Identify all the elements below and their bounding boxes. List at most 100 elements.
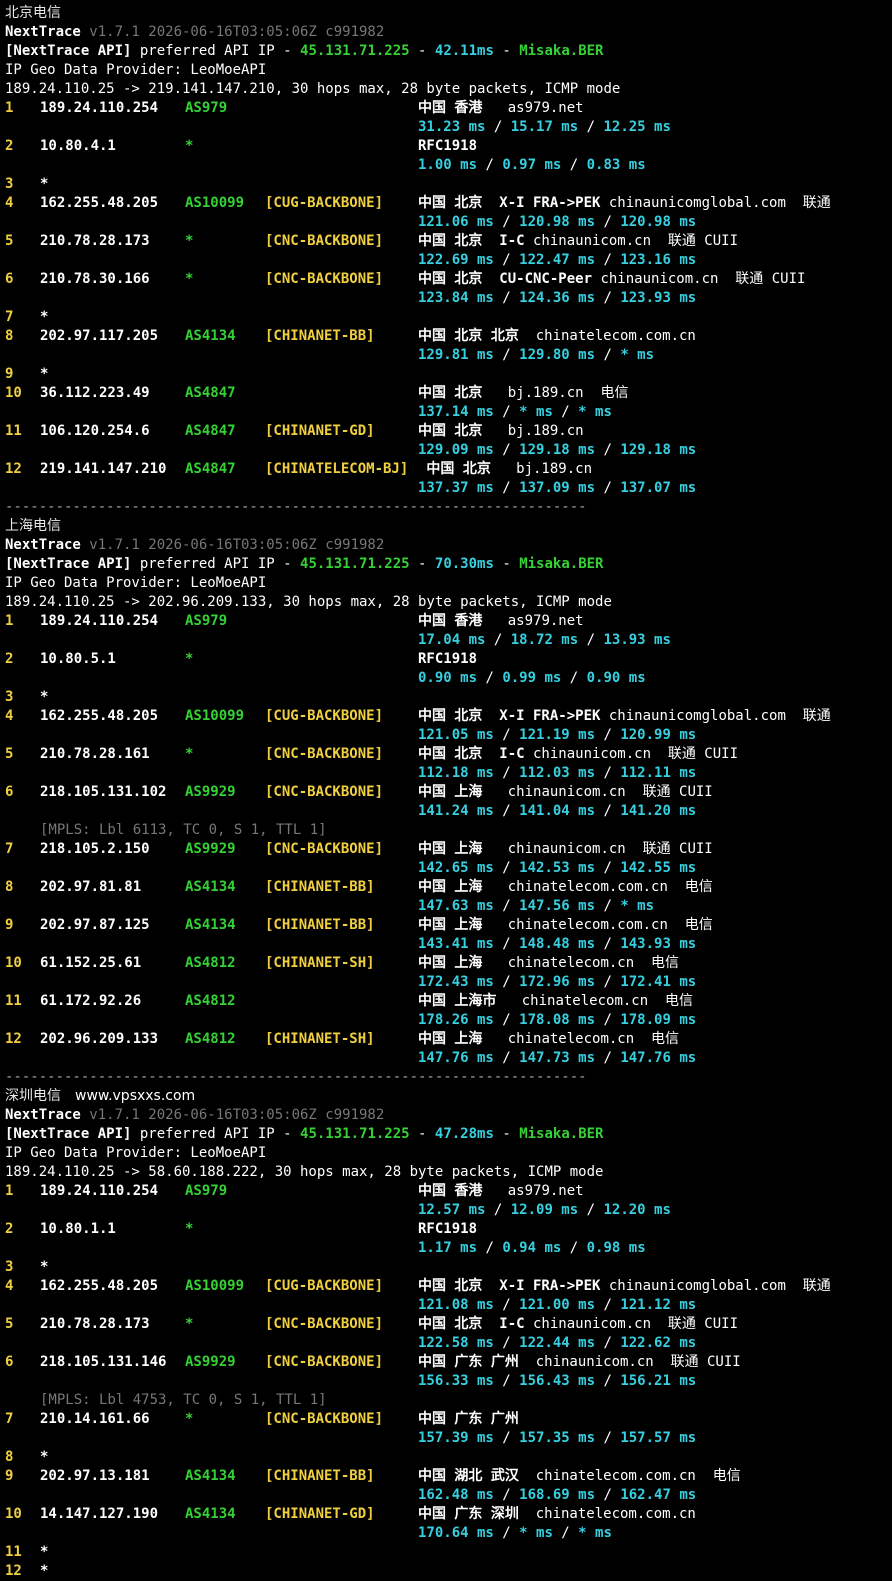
api-ip: 45.131.71.225 <box>300 1126 410 1142</box>
hop-latency: 129.09 ms / 129.18 ms / 129.18 ms <box>418 441 696 460</box>
latency-separator: / <box>493 765 520 781</box>
separator-line: ----------------------------------------… <box>5 498 890 517</box>
latency-value: 137.07 ms <box>620 480 697 496</box>
hop-ip: 219.141.147.210 <box>40 461 167 477</box>
hop-latency: 157.39 ms / 157.35 ms / 157.57 ms <box>418 1429 696 1448</box>
hop-ip: 202.97.117.205 <box>40 328 159 344</box>
hop-ip: 189.24.110.254 <box>40 100 159 116</box>
route-summary: 189.24.110.25 -> 58.60.188.222, 30 hops … <box>5 1164 604 1180</box>
latency-value: 147.76 ms <box>418 1050 494 1066</box>
latency-separator: / <box>595 1012 621 1028</box>
latency-separator: / <box>595 1050 621 1066</box>
hop-latency-row: 178.26 ms / 178.08 ms / 178.09 ms <box>5 1011 890 1030</box>
hop-row: 5 210.78.28.161 * [CNC-BACKBONE] 中国 北京 I-C c… <box>5 745 890 764</box>
hop-ip: 162.255.48.205 <box>40 195 159 211</box>
hop-asn: * <box>185 1221 194 1237</box>
latency-separator: / <box>477 1240 503 1256</box>
app-name: NextTrace <box>5 24 81 40</box>
hop-row: 3 * <box>5 175 890 194</box>
hop-latency: 170.64 ms / * ms / * ms <box>418 1524 612 1543</box>
hop-latency-row: 147.76 ms / 147.73 ms / 147.76 ms <box>5 1049 890 1068</box>
latency-value: 0.99 ms <box>502 670 562 686</box>
api-dash: - <box>493 1126 520 1142</box>
mpls-row: [MPLS: Lbl 6113, TC 0, S 1, TTL 1] <box>5 821 890 840</box>
api-node: Misaka.BER <box>519 556 604 572</box>
hop-geo-location: RFC1918 <box>418 651 478 667</box>
hop-geo-host: chinatelecom.com.cn 电信 <box>482 917 713 933</box>
hop-ttl: 5 <box>5 233 14 249</box>
hop-backbone-tag: [CHINANET-GD] <box>265 1506 375 1522</box>
hop-asn: AS4812 <box>185 1031 236 1047</box>
hop-ttl: 8 <box>5 879 14 895</box>
hop-latency-row: 123.84 ms / 124.36 ms / 123.93 ms <box>5 289 890 308</box>
latency-separator: / <box>595 1487 621 1503</box>
hop-ip: 210.78.28.173 <box>40 233 150 249</box>
hop-ip: * <box>40 366 49 382</box>
latency-value: 143.41 ms <box>418 936 494 952</box>
latency-value: 129.18 ms <box>620 442 697 458</box>
latency-separator: / <box>552 404 579 420</box>
section-title: 北京电信 <box>5 5 61 21</box>
hop-row: 7 218.105.2.150 AS9929 [CNC-BACKBONE] 中国 上海 … <box>5 840 890 859</box>
hop-ip: 218.105.131.102 <box>40 784 167 800</box>
hop-backbone-tag: [CUG-BACKBONE] <box>265 708 384 724</box>
hop-ip: 210.78.28.161 <box>40 746 150 762</box>
latency-value: 120.98 ms <box>519 214 596 230</box>
hop-row: 3 * <box>5 688 890 707</box>
latency-value: 178.09 ms <box>620 1012 697 1028</box>
hop-row: 7 * <box>5 308 890 327</box>
latency-value: 12.20 ms <box>603 1202 671 1218</box>
geo-provider: IP Geo Data Provider: LeoMoeAPI <box>5 62 267 78</box>
hop-backbone-tag: [CNC-BACKBONE] <box>265 746 384 762</box>
hop-ttl: 12 <box>5 1031 22 1047</box>
latency-separator: / <box>485 1202 511 1218</box>
hop-latency-row: 112.18 ms / 112.03 ms / 112.11 ms <box>5 764 890 783</box>
hop-ip: * <box>40 309 49 325</box>
hop-geo-location: 中国 北京 <box>418 461 491 477</box>
hop-row: 4 162.255.48.205 AS10099 [CUG-BACKBONE] 中国 北… <box>5 707 890 726</box>
latency-value: 168.69 ms <box>519 1487 596 1503</box>
latency-separator: / <box>595 442 621 458</box>
hop-row: 10 36.112.223.49 AS4847 中国 北京 bj.189.cn 电信 <box>5 384 890 403</box>
hop-geo: 中国 上海 chinatelecom.com.cn 电信 <box>418 916 713 935</box>
hop-backbone-tag: [CNC-BACKBONE] <box>265 784 384 800</box>
latency-value: 142.65 ms <box>418 860 494 876</box>
latency-separator: / <box>493 1430 520 1446</box>
latency-value: 12.09 ms <box>510 1202 579 1218</box>
hop-latency: 122.58 ms / 122.44 ms / 122.62 ms <box>418 1334 696 1353</box>
section-title-line: 北京电信 <box>5 4 890 23</box>
latency-separator: / <box>485 119 511 135</box>
hop-backbone-tag: [CHINANET-BB] <box>265 917 375 933</box>
hop-geo-host: chinaunicom.cn 联通 CUII <box>518 1354 741 1370</box>
hop-geo-location: RFC1918 <box>418 1221 478 1237</box>
mpls-label: [MPLS: Lbl 4753, TC 0, S 1, TTL 1] <box>40 1392 327 1408</box>
hop-asn: * <box>185 1316 194 1332</box>
latency-separator: / <box>595 290 621 306</box>
latency-value: 13.93 ms <box>603 632 671 648</box>
hop-latency: 129.81 ms / 129.80 ms / * ms <box>418 346 654 365</box>
hop-geo-location: 中国 上海市 <box>418 993 497 1009</box>
hop-geo: 中国 北京 北京 chinatelecom.com.cn <box>418 327 696 346</box>
hop-row: 6 210.78.30.166 * [CNC-BACKBONE] 中国 北京 CU-CN… <box>5 270 890 289</box>
hop-row: 2 10.80.1.1 * RFC1918 <box>5 1220 890 1239</box>
hop-latency: 137.37 ms / 137.09 ms / 137.07 ms <box>418 479 696 498</box>
hop-geo-host: chinaunicomglobal.com 联通 <box>600 708 831 724</box>
latency-separator: / <box>595 898 621 914</box>
section-title: 深圳电信 <box>5 1088 61 1104</box>
hop-latency: 31.23 ms / 15.17 ms / 12.25 ms <box>418 118 671 137</box>
hop-geo-host: chinatelecom.cn 电信 <box>496 993 694 1009</box>
hop-geo-location: 中国 香港 <box>418 1183 483 1199</box>
hop-asn: AS4134 <box>185 328 236 344</box>
hop-ttl: 12 <box>5 461 22 477</box>
latency-separator: / <box>493 1373 520 1389</box>
latency-value: 178.26 ms <box>418 1012 494 1028</box>
latency-value: 141.20 ms <box>620 803 697 819</box>
latency-separator: / <box>493 480 520 496</box>
hop-latency-row: 156.33 ms / 156.43 ms / 156.21 ms <box>5 1372 890 1391</box>
hop-latency: 0.90 ms / 0.99 ms / 0.90 ms <box>418 669 646 688</box>
route-line: 189.24.110.25 -> 58.60.188.222, 30 hops … <box>5 1163 890 1182</box>
latency-value: 122.69 ms <box>418 252 494 268</box>
hop-asn: AS4134 <box>185 1506 236 1522</box>
latency-separator: / <box>595 1430 621 1446</box>
hop-ip: 10.80.4.1 <box>40 138 116 154</box>
